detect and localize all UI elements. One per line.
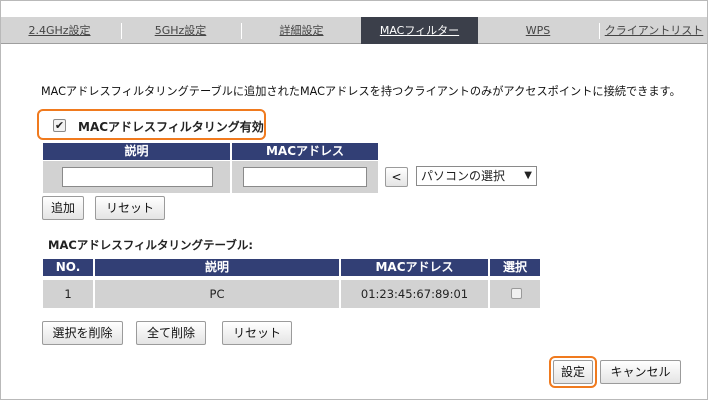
tab-separator [121, 23, 122, 39]
apply-button[interactable]: 設定 [553, 360, 593, 384]
delete-all-button[interactable]: 全て削除 [136, 321, 206, 345]
row-description-cell: PC [95, 280, 339, 308]
delete-selected-button[interactable]: 選択を削除 [42, 321, 123, 345]
tab-mac-filter[interactable]: MACフィルター [361, 17, 478, 44]
enable-filter-row: ✔ MACアドレスフィルタリング有効 [42, 113, 264, 139]
add-button[interactable]: 追加 [42, 196, 84, 220]
tab-separator [599, 23, 600, 39]
pc-select-dropdown[interactable]: パソコンの選択 ▼ [416, 166, 537, 186]
pc-select-value: パソコンの選択 [421, 169, 506, 183]
tab-5ghz[interactable]: 5GHz設定 [123, 17, 238, 44]
add-header-description: 説明 [43, 143, 230, 160]
table-header-description: 説明 [95, 259, 339, 276]
description-text: MACアドレスフィルタリングテーブルに追加されたMACアドレスを持つクライアント… [41, 85, 681, 98]
row-mac-cell: 01:23:45:67:89:01 [341, 280, 488, 308]
enable-filter-label: MACアドレスフィルタリング有効 [78, 120, 264, 134]
description-input[interactable] [62, 167, 213, 187]
mac-address-input[interactable] [243, 167, 367, 187]
cancel-button[interactable]: キャンセル [600, 360, 681, 384]
tab-24ghz[interactable]: 2.4GHz設定 [1, 17, 118, 44]
chevron-down-icon: ▼ [524, 170, 532, 181]
table-header-select: 選択 [490, 259, 540, 276]
table-header-mac: MACアドレス [341, 259, 488, 276]
row-no-cell: 1 [43, 280, 93, 308]
tab-bar: 2.4GHz設定 5GHz設定 詳細設定 MACフィルター WPS クライアント… [1, 17, 707, 44]
row-select-checkbox[interactable] [511, 288, 522, 299]
enable-filter-checkbox[interactable]: ✔ [53, 119, 66, 132]
tab-advanced[interactable]: 詳細設定 [243, 17, 360, 44]
table-header-no: NO. [43, 259, 93, 276]
add-reset-button[interactable]: リセット [95, 196, 165, 220]
copy-mac-button[interactable]: < [385, 167, 408, 187]
add-header-mac: MACアドレス [232, 143, 378, 160]
filter-table-title: MACアドレスフィルタリングテーブル: [48, 238, 253, 252]
tab-wps[interactable]: WPS [479, 17, 597, 44]
tab-separator [241, 23, 242, 39]
tab-client-list[interactable]: クライアントリスト [601, 17, 707, 44]
table-reset-button[interactable]: リセット [222, 321, 292, 345]
